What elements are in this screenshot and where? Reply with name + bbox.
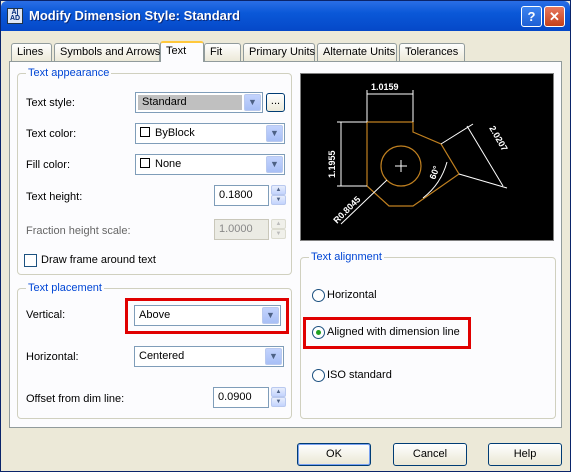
autocad-app-icon: A| AD <box>7 8 23 24</box>
chevron-down-icon[interactable]: ▼ <box>265 348 282 365</box>
spin-up-icon: ▲ <box>271 219 286 229</box>
draw-frame-checkbox[interactable] <box>24 254 37 267</box>
chevron-down-icon[interactable]: ▼ <box>266 125 283 142</box>
fraction-height-label: Fraction height scale: <box>26 225 131 237</box>
tab-lines[interactable]: Lines <box>11 43 52 61</box>
help-title-button[interactable]: ? <box>521 6 542 27</box>
spin-up-icon[interactable]: ▲ <box>271 185 286 195</box>
radio-horizontal[interactable] <box>312 289 325 302</box>
text-height-label: Text height: <box>26 191 83 203</box>
offset-input[interactable]: 0.0900 <box>213 387 269 408</box>
color-swatch-icon <box>140 158 150 168</box>
preview-dim-radius: R0.8045 <box>331 194 362 225</box>
text-height-value: 0.1800 <box>219 189 253 201</box>
preview-dim-left: 1.1955 <box>327 150 337 178</box>
close-button[interactable]: ✕ <box>544 6 565 27</box>
tab-tolerances[interactable]: Tolerances <box>399 43 465 61</box>
text-style-browse-button[interactable]: ... <box>266 93 285 112</box>
draw-frame-label[interactable]: Draw frame around text <box>41 254 156 266</box>
text-height-spinner[interactable]: ▲ ▼ <box>271 185 286 206</box>
chevron-down-icon[interactable]: ▼ <box>244 94 261 111</box>
fraction-height-input: 1.0000 <box>214 219 269 240</box>
tab-symbols-and-arrows[interactable]: Symbols and Arrows <box>54 43 160 61</box>
fill-color-value: None <box>155 158 182 170</box>
iso-option-label[interactable]: ISO standard <box>327 369 392 381</box>
offset-value: 0.0900 <box>218 391 252 403</box>
text-style-label: Text style: <box>26 97 75 109</box>
text-appearance-legend: Text appearance <box>26 67 112 79</box>
ok-button[interactable]: OK <box>297 443 371 466</box>
spin-down-icon: ▼ <box>271 229 286 239</box>
window-title: Modify Dimension Style: Standard <box>29 8 240 23</box>
fraction-height-spinner: ▲ ▼ <box>271 219 286 240</box>
text-alignment-legend: Text alignment <box>309 251 384 263</box>
tab-fit[interactable]: Fit <box>204 43 241 61</box>
radio-iso-standard[interactable] <box>312 369 325 382</box>
horizontal-option-label[interactable]: Horizontal <box>327 289 377 301</box>
spin-down-icon[interactable]: ▼ <box>271 397 286 407</box>
cancel-button[interactable]: Cancel <box>393 443 467 466</box>
vertical-label: Vertical: <box>26 309 66 321</box>
spin-up-icon[interactable]: ▲ <box>271 387 286 397</box>
text-placement-legend: Text placement <box>26 282 104 294</box>
fraction-height-value: 1.0000 <box>219 223 253 235</box>
spin-down-icon[interactable]: ▼ <box>271 195 286 205</box>
help-button[interactable]: Help <box>488 443 562 466</box>
horizontal-label: Horizontal: <box>26 351 79 363</box>
horizontal-dropdown[interactable]: Centered ▼ <box>134 346 284 367</box>
chevron-down-icon[interactable]: ▼ <box>266 156 283 173</box>
tab-primary-units[interactable]: Primary Units <box>243 43 315 61</box>
text-color-dropdown[interactable]: ByBlock ▼ <box>135 123 285 144</box>
aligned-highlight-box <box>303 317 471 349</box>
dimension-preview: 1.0159 1.1955 2.0207 60° R0.8045 <box>300 73 554 241</box>
tab-alternate-units[interactable]: Alternate Units <box>317 43 397 61</box>
text-color-value: ByBlock <box>155 127 195 139</box>
offset-label: Offset from dim line: <box>26 393 125 405</box>
text-style-value: Standard <box>142 96 187 108</box>
preview-dim-right: 2.0207 <box>487 124 509 153</box>
text-style-dropdown[interactable]: Standard ▼ <box>135 92 263 113</box>
preview-dim-angle: 60° <box>427 164 441 181</box>
tab-text[interactable]: Text <box>160 41 204 62</box>
color-swatch-icon <box>140 127 150 137</box>
offset-spinner[interactable]: ▲ ▼ <box>271 387 286 408</box>
vertical-highlight-box <box>125 298 289 334</box>
horizontal-value: Centered <box>139 350 185 362</box>
dialog-window: A| AD Modify Dimension Style: Standard ? … <box>0 0 571 472</box>
text-height-input[interactable]: 0.1800 <box>214 185 269 206</box>
preview-drawing: 1.0159 1.1955 2.0207 60° R0.8045 <box>327 82 510 225</box>
preview-dim-top: 1.0159 <box>371 82 399 92</box>
title-bar[interactable]: A| AD Modify Dimension Style: Standard ? … <box>1 1 570 31</box>
fill-color-dropdown[interactable]: None ▼ <box>135 154 285 175</box>
text-color-label: Text color: <box>26 128 77 140</box>
fill-color-label: Fill color: <box>26 159 71 171</box>
